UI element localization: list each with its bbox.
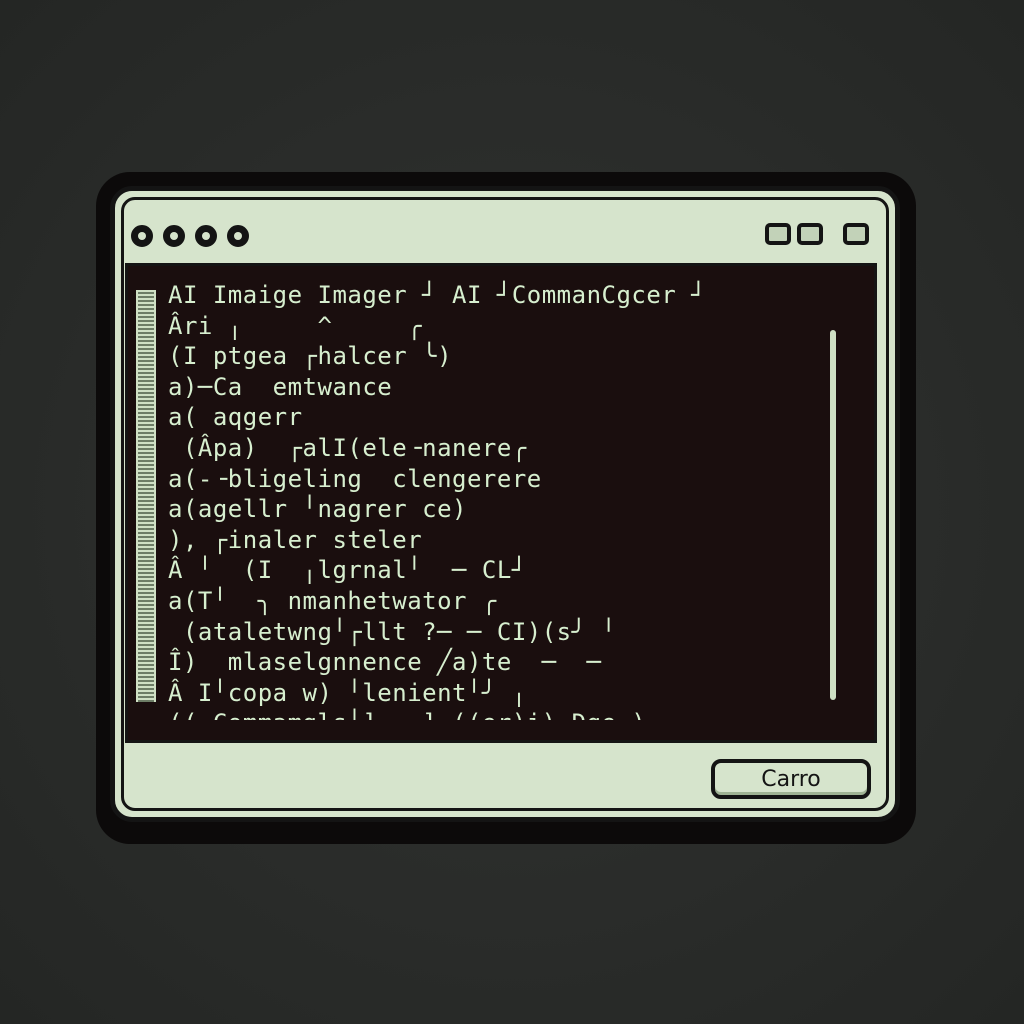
vertical-scrollbar[interactable] <box>830 330 836 700</box>
terminal-line: Âri ╷ ^ ╭ <box>168 311 423 340</box>
terminal-line: Â I╵copa w) ╵lenient╵╯ ╷ <box>168 678 527 707</box>
terminal-line: ), ┌inaler steler <box>168 525 423 554</box>
terminal-window: AI Imaige Imager ┘ AI ┘CommanCgcer ┘ Âri… <box>110 186 900 822</box>
terminal-line: AI Imaige Imager ┘ AI ┘CommanCgcer ┘ <box>168 281 707 309</box>
window-dot-2-icon[interactable] <box>163 225 185 247</box>
terminal-line: a(agellr ╵nagrer ce) <box>168 495 467 524</box>
maximize-button[interactable] <box>797 223 823 245</box>
window-dot-3-icon[interactable] <box>195 225 217 247</box>
title-bar <box>125 201 885 263</box>
cancel-button[interactable]: Carro <box>711 759 871 799</box>
minimize-button[interactable] <box>765 223 791 245</box>
terminal-line: a(T╵ ╮ nmanhetwator ╭ <box>168 586 497 615</box>
terminal-output[interactable]: AI Imaige Imager ┘ AI ┘CommanCgcer ┘ Âri… <box>125 263 877 743</box>
terminal-line: (I ptgea ┌halcer ╰) <box>168 342 453 371</box>
line-gutter <box>136 290 156 702</box>
terminal-line: a(-╶bligeling clengerere <box>168 464 542 493</box>
terminal-line: a)─Ca emtwance <box>168 372 393 401</box>
window-dot-1-icon[interactable] <box>131 225 153 247</box>
terminal-line: (ataletwng╵┌llt ?─ ─ CI)(s╯ ╵ <box>168 617 617 646</box>
terminal-line: Â ╵ (I ╷lgrnal╵ ─ CL┘ <box>168 556 527 585</box>
terminal-line: ((╭Commamgls╵] ─]-((er)i) Dge )▾ <box>168 708 828 720</box>
terminal-line: a( aqgerr <box>168 403 303 432</box>
terminal-lines: AI Imaige Imager ┘ AI ┘CommanCgcer ┘ Âri… <box>168 280 828 720</box>
close-button[interactable] <box>843 223 869 245</box>
terminal-line: Î) mlaselgnnence ╱a)te ─ ─ <box>168 648 602 677</box>
window-dot-4-icon[interactable] <box>227 225 249 247</box>
terminal-line: (Âpa) ┌alI(ele╶nanere╭ <box>168 433 527 462</box>
